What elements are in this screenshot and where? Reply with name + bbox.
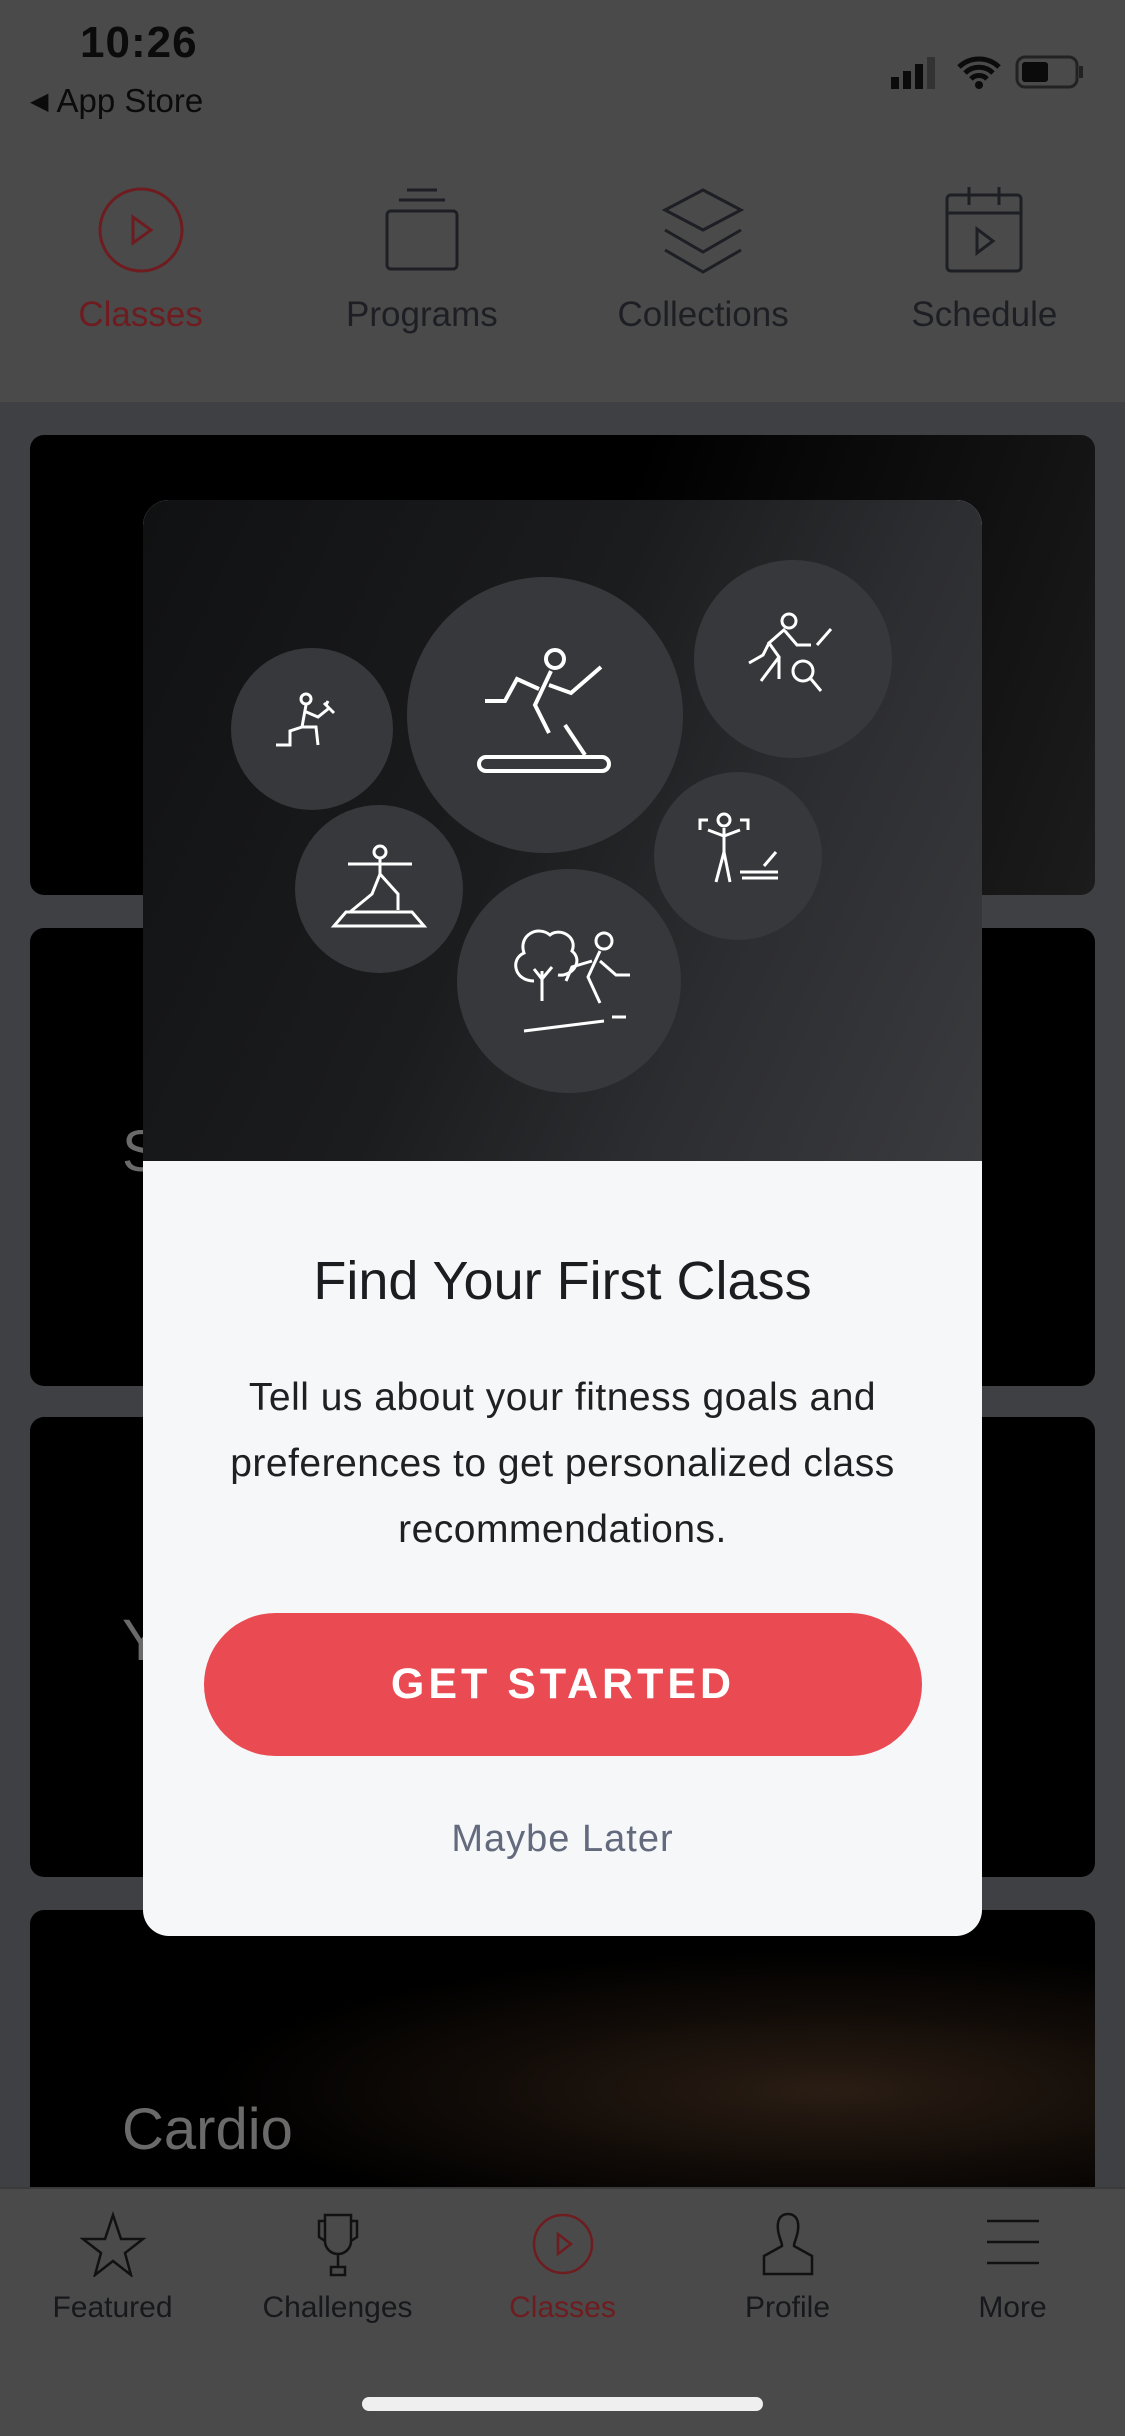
battery-icon — [1015, 55, 1083, 89]
outdoor-icon — [457, 869, 681, 1093]
tab-label: Programs — [346, 295, 498, 334]
home-indicator[interactable] — [362, 2397, 763, 2411]
person-icon — [762, 2212, 813, 2276]
tab-featured[interactable]: Featured — [0, 2189, 225, 2436]
back-triangle-icon: ◀ — [30, 87, 49, 115]
maybe-later-link[interactable]: Maybe Later — [143, 1818, 982, 1861]
tab-classes[interactable]: Classes — [0, 185, 281, 335]
tab-label: Schedule — [911, 295, 1058, 334]
modal-title: Find Your First Class — [313, 1251, 812, 1311]
tab-label: Challenges — [262, 2291, 413, 2324]
calendar-play-icon — [945, 187, 1023, 273]
find-first-class-modal: Find Your First Class Tell us about your… — [143, 500, 982, 1936]
play-circle-icon — [98, 187, 184, 273]
wifi-icon — [957, 56, 1001, 89]
tab-label: Featured — [52, 2291, 173, 2324]
tab-schedule[interactable]: Schedule — [844, 185, 1125, 335]
tread-icon — [407, 577, 683, 853]
row-strength-icon — [654, 772, 822, 940]
tab-label: More — [978, 2291, 1047, 2324]
tab-more[interactable]: More — [900, 2189, 1125, 2436]
tab-label: Collections — [617, 295, 789, 334]
play-circle-icon — [532, 2213, 593, 2275]
header: 10:26 ◀ App Store Classes Programs Collec… — [0, 0, 1125, 402]
back-label: App Store — [56, 82, 204, 119]
menu-icon — [986, 2219, 1039, 2265]
stack-icon — [385, 188, 459, 271]
yoga-icon — [295, 805, 463, 973]
card-title: Cardio — [122, 2097, 293, 2162]
tab-label: Classes — [509, 2291, 616, 2324]
tab-programs[interactable]: Programs — [281, 185, 562, 335]
tab-label: Classes — [78, 295, 203, 334]
bike-icon — [694, 560, 892, 758]
top-tabs: Classes Programs Collections Schedule — [0, 185, 1125, 335]
modal-body: Tell us about your fitness goals and pre… — [230, 1376, 895, 1551]
signal-icon — [891, 57, 935, 89]
tab-collections[interactable]: Collections — [563, 185, 844, 335]
get-started-button[interactable]: GET STARTED — [204, 1613, 922, 1756]
tab-label: Profile — [744, 2291, 831, 2324]
class-category-card-cardio[interactable]: Cardio — [30, 1910, 1095, 2210]
trophy-icon — [317, 2213, 358, 2277]
status-time: 10:26 — [80, 18, 198, 67]
layers-icon — [661, 188, 745, 274]
strength-icon — [231, 648, 393, 810]
hero-illustration — [143, 500, 982, 1161]
system-icons — [891, 55, 1085, 89]
star-icon — [79, 2211, 146, 2277]
back-to-app-store[interactable]: ◀ App Store — [30, 82, 203, 120]
